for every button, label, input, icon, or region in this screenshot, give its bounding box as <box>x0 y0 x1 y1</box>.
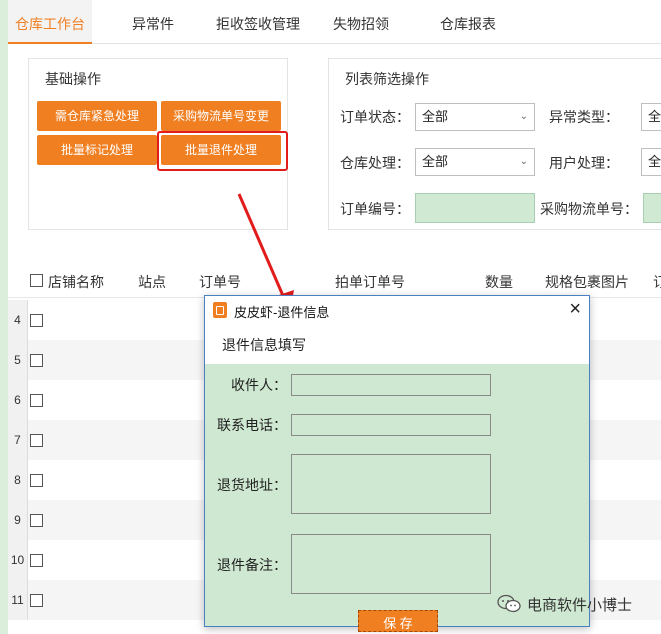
row-checkbox[interactable] <box>30 594 43 607</box>
return-info-dialog: 皮皮虾-退件信息 × 退件信息填写 收件人： 联系电话： 退货地址： 退件备注：… <box>204 295 590 632</box>
purchase-tracking-input[interactable] <box>643 193 661 223</box>
order-number-input[interactable] <box>415 193 535 223</box>
warehouse-handling-value: 全部 <box>422 154 449 169</box>
exception-type-select[interactable]: 全 <box>641 103 661 131</box>
row-number: 6 <box>8 380 28 420</box>
col-purchase-order-no: 拍单订单号 <box>335 274 405 290</box>
batch-mark-button[interactable]: 批量标记处理 <box>37 135 157 165</box>
row-checkbox[interactable] <box>30 474 43 487</box>
col-quantity: 数量 <box>485 274 513 290</box>
dialog-title: 皮皮虾-退件信息 <box>234 305 330 320</box>
tab-warehouse-reports[interactable]: 仓库报表 <box>428 0 508 44</box>
order-number-label: 订单编号： <box>340 201 410 217</box>
tab-warehouse-workbench[interactable]: 仓库工作台 <box>8 0 92 44</box>
dialog-section-title: 退件信息填写 <box>222 337 306 353</box>
exception-type-label: 异常类型： <box>549 109 619 125</box>
highlight-box <box>157 131 288 171</box>
dialog-section-header: 退件信息填写 <box>205 324 589 364</box>
exception-type-value: 全 <box>648 109 661 124</box>
row-number: 8 <box>8 460 28 500</box>
row-number: 5 <box>8 340 28 380</box>
row-checkbox[interactable] <box>30 434 43 447</box>
purchase-tracking-label: 采购物流单号： <box>540 201 638 217</box>
list-filter-title: 列表筛选操作 <box>345 71 429 87</box>
col-spec-image: 规格包裹图片 <box>545 274 629 290</box>
wechat-icon <box>497 594 521 613</box>
recipient-input[interactable] <box>291 374 491 396</box>
chevron-down-icon: ⌄ <box>519 111 528 122</box>
row-checkbox[interactable] <box>30 314 43 327</box>
col-site: 站点 <box>138 274 166 290</box>
col-shop-name: 店铺名称 <box>48 274 104 290</box>
chevron-down-icon: ⌄ <box>519 156 528 167</box>
phone-label: 联系电话： <box>217 417 287 433</box>
app-logo-icon <box>213 302 227 318</box>
row-number: 10 <box>8 540 28 580</box>
list-filter-panel: 列表筛选操作 订单状态： 全部 ⌄ 异常类型： 全 仓库处理： 全部 ⌄ 用户处… <box>328 58 661 230</box>
purchase-tracking-change-button[interactable]: 采购物流单号变更 <box>161 101 281 131</box>
dialog-form: 收件人： 联系电话： 退货地址： 退件备注： 保 存 <box>205 364 589 632</box>
tab-lost-and-found[interactable]: 失物招领 <box>326 0 396 44</box>
row-number: 9 <box>8 500 28 540</box>
user-handling-label: 用户处理： <box>549 155 619 171</box>
row-checkbox[interactable] <box>30 354 43 367</box>
urgent-warehouse-button[interactable]: 需仓库紧急处理 <box>37 101 157 131</box>
order-status-label: 订单状态： <box>340 109 410 125</box>
note-textarea[interactable] <box>291 534 491 594</box>
user-handling-select[interactable]: 全 <box>641 148 661 176</box>
address-label: 退货地址： <box>217 477 287 493</box>
basic-operations-title: 基础操作 <box>45 71 101 87</box>
phone-input[interactable] <box>291 414 491 436</box>
close-icon[interactable]: × <box>569 298 581 320</box>
col-order-no: 订单号 <box>199 274 241 290</box>
row-checkbox[interactable] <box>30 554 43 567</box>
col-more: 订 <box>653 274 661 290</box>
select-all-checkbox[interactable] <box>30 274 43 287</box>
warehouse-handling-select[interactable]: 全部 ⌄ <box>415 148 535 176</box>
tab-exceptions[interactable]: 异常件 <box>118 0 188 44</box>
row-checkbox[interactable] <box>30 394 43 407</box>
tab-reject-sign-management[interactable]: 拒收签收管理 <box>208 0 308 44</box>
user-handling-value: 全 <box>648 154 661 169</box>
watermark-text: 电商软件小博士 <box>527 596 633 614</box>
order-status-select[interactable]: 全部 ⌄ <box>415 103 535 131</box>
row-checkbox[interactable] <box>30 514 43 527</box>
row-number: 11 <box>8 580 28 620</box>
save-button[interactable]: 保 存 <box>358 610 438 632</box>
address-textarea[interactable] <box>291 454 491 514</box>
row-number: 7 <box>8 420 28 460</box>
warehouse-handling-label: 仓库处理： <box>340 155 410 171</box>
table-header: 店铺名称 站点 订单号 拍单订单号 数量 规格包裹图片 订 <box>8 262 661 298</box>
top-tab-bar: 仓库工作台 异常件 拒收签收管理 失物招领 仓库报表 <box>8 0 661 44</box>
row-number: 4 <box>8 300 28 340</box>
dialog-titlebar: 皮皮虾-退件信息 × <box>205 296 589 324</box>
order-status-value: 全部 <box>422 109 449 124</box>
left-edge-strip <box>0 0 8 634</box>
watermark: 电商软件小博士 <box>497 592 632 616</box>
note-label: 退件备注： <box>217 557 287 573</box>
recipient-label: 收件人： <box>231 377 287 393</box>
